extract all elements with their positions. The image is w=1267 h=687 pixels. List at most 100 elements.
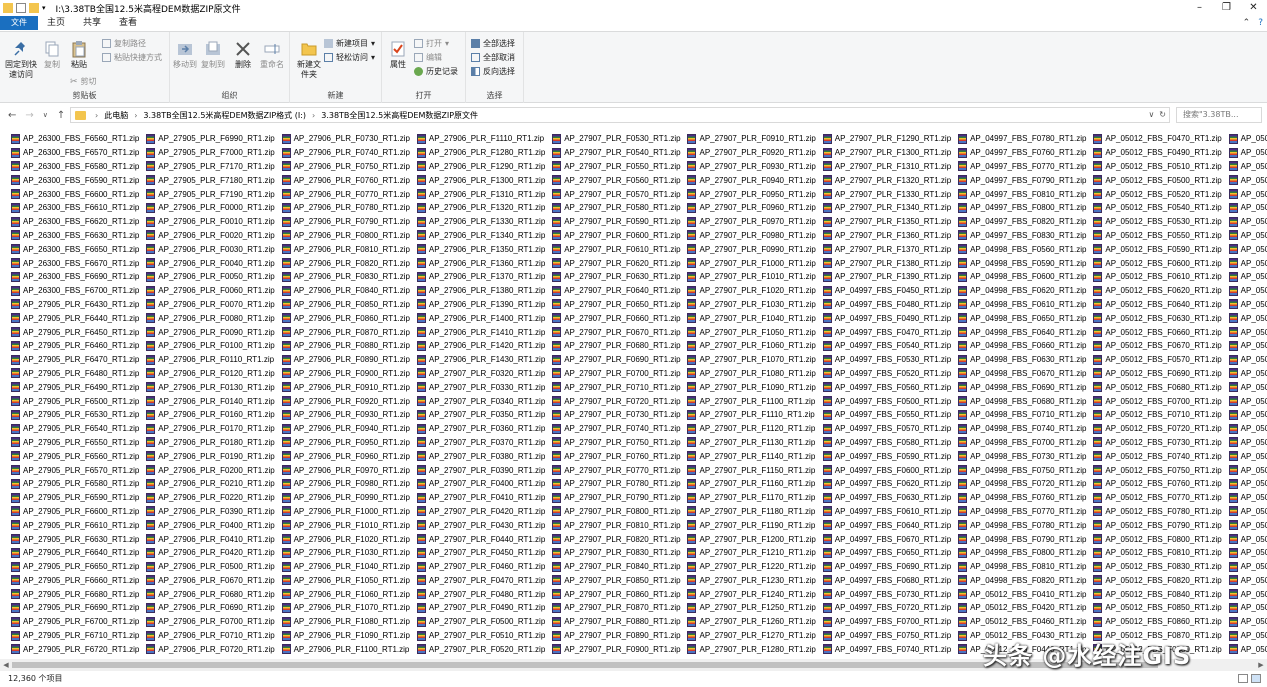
file-item[interactable]: AP_27907_PLR_F0990_RT1.zip xyxy=(687,242,822,256)
file-item[interactable]: AP_27906_PLR_F0120_RT1.zip xyxy=(146,367,281,381)
file-item[interactable]: AP_27907_PLR_F1100_RT1.zip xyxy=(687,394,822,408)
file-item[interactable]: AP_04997_FBS_F0700_RT1.zip xyxy=(822,615,958,629)
file-item[interactable]: AP_27906_PLR_F1310_RT1.zip xyxy=(416,187,552,201)
file-item[interactable]: AP_050 xyxy=(1228,574,1267,588)
file-item[interactable]: AP_04997_FBS_F0760_RT1.zip xyxy=(958,146,1093,160)
tab-file[interactable]: 文件 xyxy=(0,16,38,30)
copy-button[interactable]: 复制 xyxy=(40,40,64,70)
file-item[interactable]: AP_050 xyxy=(1228,546,1267,560)
file-item[interactable]: AP_05012_FBS_F0540_RT1.zip xyxy=(1093,201,1228,215)
file-item[interactable]: AP_27906_PLR_F0740_RT1.zip xyxy=(281,146,417,160)
file-item[interactable]: AP_27905_PLR_F6490_RT1.zip xyxy=(11,380,146,394)
address-bar[interactable]: › 此电脑 › 3.38TB全国12.5米高程DEM数据ZIP格式 (I:) ›… xyxy=(70,107,1170,123)
file-item[interactable]: AP_27906_PLR_F0870_RT1.zip xyxy=(281,325,417,339)
file-item[interactable]: AP_050 xyxy=(1228,422,1267,436)
file-item[interactable]: AP_27907_PLR_F0430_RT1.zip xyxy=(416,518,552,532)
file-item[interactable]: AP_05012_FBS_F0800_RT1.zip xyxy=(1093,532,1228,546)
file-item[interactable]: AP_27906_PLR_F0810_RT1.zip xyxy=(281,242,417,256)
file-item[interactable]: AP_27906_PLR_F1400_RT1.zip xyxy=(416,311,552,325)
file-item[interactable]: AP_04998_FBS_F0780_RT1.zip xyxy=(958,518,1093,532)
file-item[interactable]: AP_05012_FBS_F0750_RT1.zip xyxy=(1093,463,1228,477)
file-item[interactable]: AP_27906_PLR_F0850_RT1.zip xyxy=(281,298,417,312)
invert-selection-button[interactable]: 反向选择 xyxy=(471,66,515,77)
file-item[interactable]: AP_27907_PLR_F1240_RT1.zip xyxy=(687,587,822,601)
file-item[interactable]: AP_050 xyxy=(1228,629,1267,643)
file-item[interactable]: AP_04997_FBS_F0770_RT1.zip xyxy=(958,160,1093,174)
file-item[interactable]: AP_05012_FBS_F0710_RT1.zip xyxy=(1093,408,1228,422)
file-item[interactable]: AP_050 xyxy=(1228,408,1267,422)
file-item[interactable]: AP_04997_FBS_F0820_RT1.zip xyxy=(958,215,1093,229)
file-item[interactable]: AP_04997_FBS_F0720_RT1.zip xyxy=(822,601,958,615)
file-item[interactable]: AP_27907_PLR_F1350_RT1.zip xyxy=(822,215,958,229)
file-item[interactable]: AP_27907_PLR_F1050_RT1.zip xyxy=(687,325,822,339)
file-item[interactable]: AP_27906_PLR_F1060_RT1.zip xyxy=(281,587,417,601)
file-item[interactable]: AP_27906_PLR_F0200_RT1.zip xyxy=(146,463,281,477)
file-item[interactable]: AP_27907_PLR_F0390_RT1.zip xyxy=(416,463,552,477)
file-item[interactable]: AP_27905_PLR_F6500_RT1.zip xyxy=(11,394,146,408)
file-item[interactable]: AP_27906_PLR_F0940_RT1.zip xyxy=(281,422,417,436)
file-item[interactable]: AP_05012_FBS_F0770_RT1.zip xyxy=(1093,491,1228,505)
file-item[interactable]: AP_27907_PLR_F0650_RT1.zip xyxy=(552,298,687,312)
file-item[interactable]: AP_050 xyxy=(1228,173,1267,187)
file-item[interactable]: AP_27906_PLR_F1420_RT1.zip xyxy=(416,339,552,353)
file-item[interactable]: AP_27907_PLR_F0670_RT1.zip xyxy=(552,325,687,339)
new-item-button[interactable]: 新建项目 ▾ xyxy=(324,38,375,49)
file-item[interactable]: AP_27905_PLR_F6530_RT1.zip xyxy=(11,408,146,422)
file-item[interactable]: AP_05012_FBS_F0730_RT1.zip xyxy=(1093,436,1228,450)
file-item[interactable]: AP_05012_FBS_F0720_RT1.zip xyxy=(1093,422,1228,436)
file-item[interactable]: AP_04997_FBS_F0790_RT1.zip xyxy=(958,173,1093,187)
paste-button[interactable]: 粘贴 xyxy=(66,40,92,70)
file-item[interactable]: AP_050 xyxy=(1228,353,1267,367)
file-item[interactable]: AP_04997_FBS_F0570_RT1.zip xyxy=(822,422,958,436)
file-item[interactable]: AP_27905_PLR_F6700_RT1.zip xyxy=(11,615,146,629)
restore-button[interactable]: ❐ xyxy=(1213,0,1240,16)
file-item[interactable]: AP_27907_PLR_F1290_RT1.zip xyxy=(822,132,958,146)
file-item[interactable]: AP_27906_PLR_F0950_RT1.zip xyxy=(281,436,417,450)
file-item[interactable]: AP_27906_PLR_F1100_RT1.zip xyxy=(281,642,417,656)
file-item[interactable]: AP_050 xyxy=(1228,201,1267,215)
file-item[interactable]: AP_050 xyxy=(1228,505,1267,519)
file-item[interactable]: AP_27907_PLR_F0830_RT1.zip xyxy=(552,546,687,560)
file-item[interactable]: AP_27907_PLR_F1080_RT1.zip xyxy=(687,367,822,381)
file-item[interactable]: AP_27907_PLR_F1360_RT1.zip xyxy=(822,229,958,243)
open-button[interactable]: 打开 ▾ xyxy=(414,38,449,49)
file-item[interactable]: AP_27906_PLR_F0700_RT1.zip xyxy=(146,615,281,629)
file-item[interactable]: AP_27906_PLR_F0760_RT1.zip xyxy=(281,173,417,187)
file-item[interactable]: AP_27907_PLR_F0860_RT1.zip xyxy=(552,587,687,601)
file-item[interactable]: AP_05012_FBS_F0860_RT1.zip xyxy=(1093,615,1228,629)
copy-to-button[interactable]: 复制到 xyxy=(200,40,226,70)
file-item[interactable]: AP_27906_PLR_F0100_RT1.zip xyxy=(146,339,281,353)
file-item[interactable]: AP_05012_FBS_F0590_RT1.zip xyxy=(1093,242,1228,256)
search-input[interactable]: 搜索"3.38TB... xyxy=(1176,107,1262,123)
file-item[interactable]: AP_26300_FBS_F6650_RT1.zip xyxy=(11,242,146,256)
file-item[interactable]: AP_04998_FBS_F0800_RT1.zip xyxy=(958,546,1093,560)
file-item[interactable]: AP_27907_PLR_F1140_RT1.zip xyxy=(687,449,822,463)
tab-share[interactable]: 共享 xyxy=(74,16,110,31)
file-item[interactable]: AP_27907_PLR_F1060_RT1.zip xyxy=(687,339,822,353)
file-item[interactable]: AP_27907_PLR_F0940_RT1.zip xyxy=(687,173,822,187)
file-item[interactable]: AP_27907_PLR_F1220_RT1.zip xyxy=(687,560,822,574)
file-item[interactable]: AP_27907_PLR_F1260_RT1.zip xyxy=(687,615,822,629)
up-arrow-icon[interactable]: ↑ xyxy=(57,110,65,121)
easy-access-button[interactable]: 轻松访问 ▾ xyxy=(324,52,375,63)
file-item[interactable]: AP_04997_FBS_F0470_RT1.zip xyxy=(822,325,958,339)
file-item[interactable]: AP_27907_PLR_F0950_RT1.zip xyxy=(687,187,822,201)
file-item[interactable]: AP_27905_PLR_F6560_RT1.zip xyxy=(11,449,146,463)
file-item[interactable]: AP_27907_PLR_F1300_RT1.zip xyxy=(822,146,958,160)
breadcrumb-separator-icon[interactable]: › xyxy=(131,111,140,120)
file-item[interactable]: AP_27907_PLR_F0640_RT1.zip xyxy=(552,284,687,298)
file-item[interactable]: AP_27906_PLR_F1410_RT1.zip xyxy=(416,325,552,339)
file-item[interactable]: AP_050 xyxy=(1228,436,1267,450)
file-item[interactable]: AP_050 xyxy=(1228,160,1267,174)
file-item[interactable]: AP_04998_FBS_F0650_RT1.zip xyxy=(958,311,1093,325)
file-item[interactable]: AP_050 xyxy=(1228,449,1267,463)
file-item[interactable]: AP_050 xyxy=(1228,187,1267,201)
file-item[interactable]: AP_27906_PLR_F0980_RT1.zip xyxy=(281,477,417,491)
file-item[interactable]: AP_050 xyxy=(1228,532,1267,546)
file-item[interactable]: AP_050 xyxy=(1228,367,1267,381)
file-item[interactable]: AP_05012_FBS_F0460_RT1.zip xyxy=(958,615,1093,629)
file-item[interactable]: AP_27907_PLR_F1200_RT1.zip xyxy=(687,532,822,546)
file-item[interactable]: AP_27905_PLR_F6540_RT1.zip xyxy=(11,422,146,436)
file-item[interactable]: AP_27905_PLR_F6680_RT1.zip xyxy=(11,587,146,601)
file-item[interactable]: AP_27907_PLR_F0500_RT1.zip xyxy=(416,615,552,629)
